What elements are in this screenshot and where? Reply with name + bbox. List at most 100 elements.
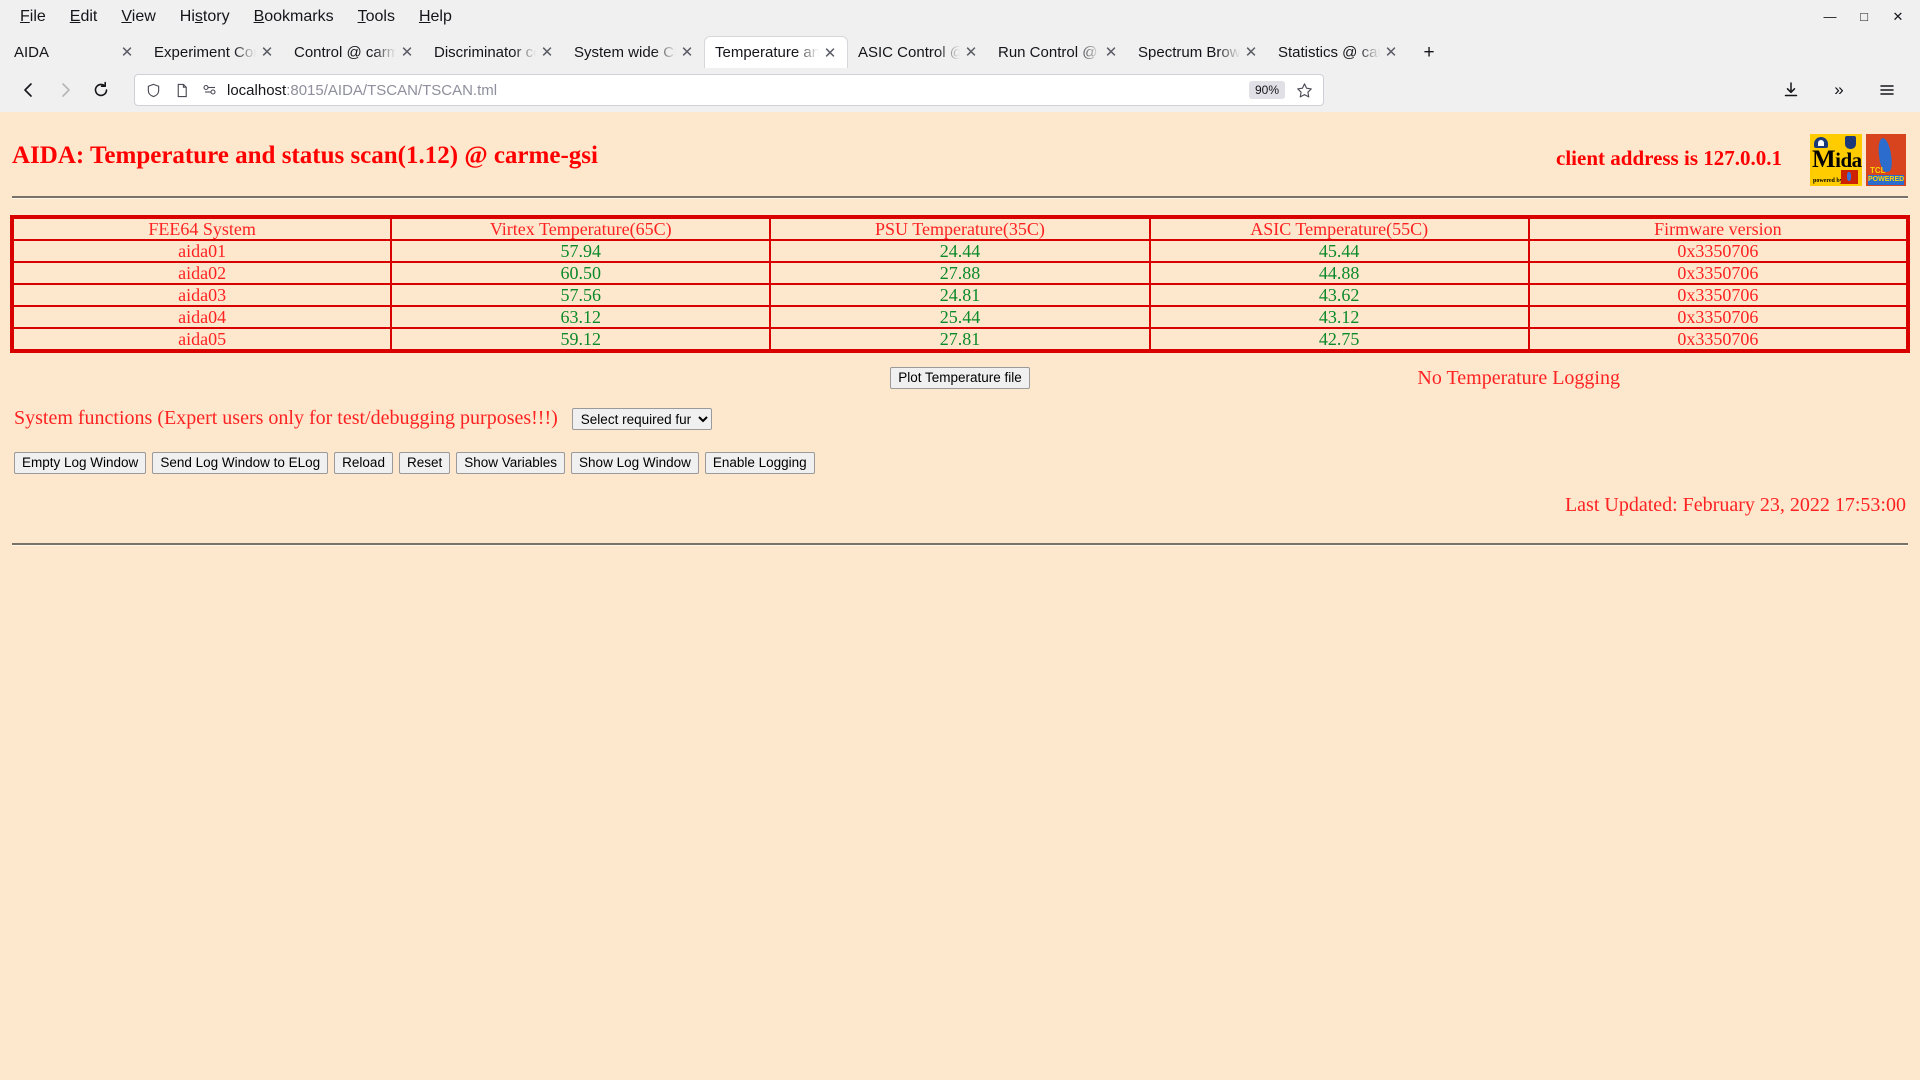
browser-tab[interactable]: Temperature and status scan @ carme-gsi✕ (704, 36, 848, 68)
zoom-level-badge[interactable]: 90% (1248, 81, 1285, 99)
midas-sub-text: powered by (1813, 178, 1843, 184)
tcl-logo[interactable]: TCL POWERED (1866, 134, 1906, 186)
tab-close-icon[interactable]: ✕ (398, 43, 416, 61)
forward-arrow-icon[interactable] (48, 74, 82, 106)
table-column-header: PSU Temperature(35C) (769, 216, 1151, 241)
permissions-icon[interactable] (199, 74, 221, 106)
cell-firmware: 0x3350706 (1527, 239, 1910, 263)
system-functions-select[interactable]: Select required function (571, 407, 712, 430)
browser-tab[interactable]: Discriminator controls @ carme-gsi✕ (424, 36, 564, 68)
cell-virtex: 57.94 (390, 239, 772, 263)
page-title: AIDA: Temperature and status scan(1.12) … (12, 142, 598, 169)
menu-item-file[interactable]: File (8, 5, 58, 29)
tab-close-icon[interactable]: ✕ (962, 43, 980, 61)
table-row: aida05 59.12 27.81 42.75 0x3350706 (10, 327, 1910, 352)
cell-name: aida03 (10, 283, 393, 307)
table-row: aida03 57.56 24.81 43.62 0x3350706 (10, 283, 1910, 307)
menu-item-edit[interactable]: Edit (58, 5, 110, 29)
tcl-powered-label: POWERED (1868, 175, 1905, 185)
cell-psu: 27.81 (769, 327, 1151, 352)
tab-close-icon[interactable]: ✕ (678, 43, 696, 61)
tab-title: ASIC Control @ carme-gsi (858, 43, 960, 61)
star-icon[interactable] (1291, 74, 1317, 106)
action-button-send-log-window-to-elog[interactable]: Send Log Window to ELog (152, 452, 329, 474)
tab-close-icon[interactable]: ✕ (118, 43, 136, 61)
menu-item-help[interactable]: Help (407, 5, 464, 29)
browser-tab[interactable]: System wide Checks @ carme-gsi✕ (564, 36, 704, 68)
tab-close-icon[interactable]: ✕ (1242, 43, 1260, 61)
table-column-header: FEE64 System (10, 216, 393, 241)
download-icon[interactable] (1774, 74, 1808, 106)
browser-tab[interactable]: AIDA ✕ (4, 36, 144, 68)
menu-item-bookmarks[interactable]: Bookmarks (242, 5, 346, 29)
tab-close-icon[interactable]: ✕ (1102, 43, 1120, 61)
logo-group: Midas powered by TCL POWERED (1810, 134, 1906, 186)
action-button-reload[interactable]: Reload (334, 452, 393, 474)
url-bar[interactable]: localhost:8015/AIDA/TSCAN/TSCAN.tml 90% (134, 74, 1324, 106)
menu-item-view[interactable]: View (109, 5, 167, 29)
tab-strip: AIDA✕Experiment Control @ carme-gsi✕Cont… (0, 33, 1920, 68)
midas-logo[interactable]: Midas powered by (1810, 134, 1862, 186)
browser-tab[interactable]: Experiment Control @ carme-gsi✕ (144, 36, 284, 68)
table-column-header: Firmware version (1527, 216, 1910, 241)
cell-virtex: 60.50 (390, 261, 772, 285)
new-tab-button[interactable]: + (1414, 38, 1444, 68)
table-column-header: Virtex Temperature(65C) (390, 216, 772, 241)
cell-psu: 27.88 (769, 261, 1151, 285)
tab-close-icon[interactable]: ✕ (821, 44, 839, 62)
overflow-chevron-icon[interactable]: » (1822, 74, 1856, 106)
plot-row: Plot Temperature file No Temperature Log… (10, 365, 1910, 391)
cell-firmware: 0x3350706 (1527, 283, 1910, 307)
minimize-icon[interactable]: — (1814, 3, 1846, 31)
table-column-header: ASIC Temperature(55C) (1148, 216, 1530, 241)
tab-close-icon[interactable]: ✕ (258, 43, 276, 61)
action-button-row: Empty Log Window Send Log Window to ELog R… (10, 452, 1910, 474)
hamburger-menu-icon[interactable] (1870, 74, 1904, 106)
action-button-empty-log-window[interactable]: Empty Log Window (14, 452, 147, 474)
url-text[interactable]: localhost:8015/AIDA/TSCAN/TSCAN.tml (227, 82, 1243, 99)
controls-area: Plot Temperature file No Temperature Log… (10, 365, 1910, 546)
reload-icon[interactable] (84, 74, 118, 106)
cell-asic: 44.88 (1148, 261, 1530, 285)
cell-firmware: 0x3350706 (1527, 305, 1910, 329)
tcl-wordmark: TCL (1870, 166, 1886, 175)
plot-temperature-file-button[interactable]: Plot Temperature file (890, 367, 1030, 389)
table-header-row: FEE64 System Virtex Temperature(65C) PSU T… (10, 216, 1910, 241)
tab-close-icon[interactable]: ✕ (538, 43, 556, 61)
shield-icon[interactable] (141, 74, 165, 106)
cell-virtex: 59.12 (390, 327, 772, 352)
page-info-icon[interactable] (171, 74, 193, 106)
table-row: aida02 60.50 27.88 44.88 0x3350706 (10, 261, 1910, 285)
tab-title: Control @ carme-gsi (294, 43, 396, 61)
cell-psu: 24.44 (769, 239, 1151, 263)
action-button-enable-logging[interactable]: Enable Logging (704, 452, 815, 474)
navigation-bar: localhost:8015/AIDA/TSCAN/TSCAN.tml 90% … (0, 68, 1920, 112)
tab-title: System wide Checks @ carme-gsi (574, 43, 676, 61)
cell-virtex: 57.56 (390, 283, 772, 307)
system-functions-row: System functions (Expert users only for … (10, 407, 1910, 430)
action-button-show-log-window[interactable]: Show Log Window (571, 452, 699, 474)
action-button-show-variables[interactable]: Show Variables (456, 452, 566, 474)
tab-close-icon[interactable]: ✕ (1382, 43, 1400, 61)
browser-tab[interactable]: Control @ carme-gsi✕ (284, 36, 424, 68)
menu-item-tools[interactable]: Tools (346, 5, 407, 29)
temperature-table: FEE64 System Virtex Temperature(65C) PSU T… (10, 215, 1910, 353)
back-arrow-icon[interactable] (12, 74, 46, 106)
cell-name: aida04 (10, 305, 393, 329)
last-updated-text: Last Updated: February 23, 2022 17:53:00 (1564, 494, 1906, 516)
browser-tab[interactable]: Spectrum Browser @ carme-gsi✕ (1128, 36, 1268, 68)
header-divider (12, 196, 1908, 199)
tab-title: Statistics @ carme-gsi (1278, 43, 1380, 61)
close-window-icon[interactable]: ✕ (1882, 3, 1914, 31)
cell-asic: 42.75 (1148, 327, 1530, 352)
cell-psu: 24.81 (769, 283, 1151, 307)
menu-item-history[interactable]: History (168, 5, 242, 29)
browser-chrome: File Edit View History Bookmarks Tools H… (0, 0, 1920, 112)
maximize-icon[interactable]: □ (1848, 3, 1880, 31)
browser-tab[interactable]: ASIC Control @ carme-gsi✕ (848, 36, 988, 68)
browser-tab[interactable]: Statistics @ carme-gsi✕ (1268, 36, 1408, 68)
cell-asic: 45.44 (1148, 239, 1530, 263)
action-button-reset[interactable]: Reset (398, 452, 451, 474)
browser-tab[interactable]: Run Control @ carme-gsi✕ (988, 36, 1128, 68)
cell-name: aida01 (10, 239, 393, 263)
